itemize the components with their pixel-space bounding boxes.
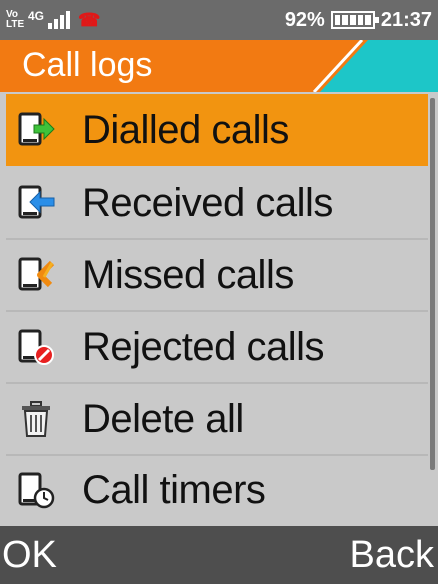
back-softkey[interactable]: Back <box>350 534 434 577</box>
menu-item-received-calls[interactable]: Received calls <box>6 168 428 240</box>
title-bar: Call logs <box>0 40 438 92</box>
call-timer-icon <box>18 472 55 509</box>
signal-icon <box>48 11 71 29</box>
menu-item-missed-calls[interactable]: Missed calls <box>6 240 428 312</box>
ok-softkey[interactable]: OK <box>2 534 57 577</box>
received-call-icon <box>18 185 55 219</box>
battery-percent: 92% <box>284 8 325 31</box>
menu-item-label: Received calls <box>82 180 333 225</box>
menu-item-label: Delete all <box>82 396 244 441</box>
softkey-bar: OK Back <box>0 526 438 584</box>
status-bar: Vo LTE 4G ☎ 92% 21:37 <box>0 0 438 40</box>
volte-icon: Vo LTE <box>6 9 25 30</box>
status-left: Vo LTE 4G ☎ <box>6 9 101 31</box>
call-icon: ☎ <box>78 9 101 30</box>
rejected-call-icon <box>18 329 54 365</box>
menu-item-delete-all[interactable]: Delete all <box>6 384 428 456</box>
menu-item-label: Dialled calls <box>82 107 289 152</box>
menu-item-label: Call timers <box>82 467 266 512</box>
menu-item-label: Missed calls <box>82 252 294 297</box>
missed-call-icon <box>18 257 55 291</box>
trash-icon <box>22 401 50 437</box>
scrollbar[interactable] <box>430 98 435 470</box>
dialled-call-icon <box>18 112 55 146</box>
page-title: Call logs <box>22 46 153 84</box>
title-decoration <box>312 40 438 92</box>
battery-icon <box>330 11 379 29</box>
menu-item-dialled-calls[interactable]: Dialled calls <box>6 94 428 166</box>
menu-item-rejected-calls[interactable]: Rejected calls <box>6 312 428 384</box>
network-type: 4G <box>28 9 45 23</box>
menu-item-label: Rejected calls <box>82 324 325 369</box>
status-right: 92% 21:37 <box>285 9 432 32</box>
clock: 21:37 <box>380 8 432 31</box>
call-log-menu: Dialled calls Received calls Missed call… <box>0 92 438 526</box>
menu-item-call-timers[interactable]: Call timers <box>6 454 428 526</box>
